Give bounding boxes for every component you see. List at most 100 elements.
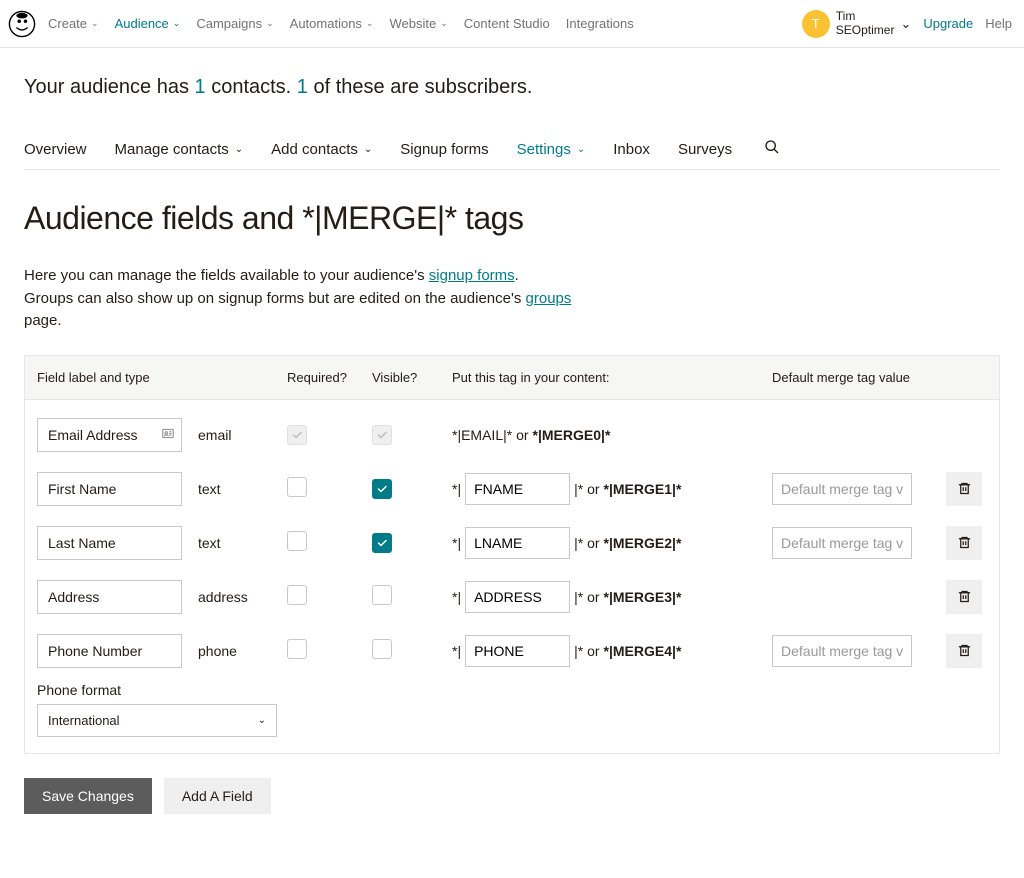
merge-tag-cell: *||* or *|MERGE2|* — [452, 527, 772, 559]
merge-tag-cell: *||* or *|MERGE4|* — [452, 635, 772, 667]
merge-tag-input[interactable] — [465, 473, 570, 505]
contact-card-icon — [161, 426, 175, 443]
trash-icon — [957, 643, 972, 658]
visible-checkbox — [372, 425, 392, 445]
nav-label: Integrations — [566, 16, 634, 31]
user-org: SEOptimer — [836, 24, 895, 37]
subnav-item-inbox[interactable]: Inbox — [613, 141, 650, 158]
phone-format-value: International — [48, 713, 120, 728]
delete-field-button[interactable] — [946, 580, 982, 614]
required-checkbox[interactable] — [287, 477, 307, 497]
signup-forms-link[interactable]: signup forms — [429, 267, 515, 284]
visible-checkbox[interactable] — [372, 585, 392, 605]
topnav-item-audience[interactable]: Audience⌄ — [115, 16, 181, 31]
trash-icon — [957, 535, 972, 550]
topnav-item-campaigns[interactable]: Campaigns ⌄ — [196, 16, 273, 31]
header-required: Required? — [287, 370, 372, 385]
chevron-down-icon: ⌄ — [235, 144, 243, 155]
upgrade-link[interactable]: Upgrade — [923, 16, 973, 31]
field-label-input[interactable]: Phone Number — [37, 634, 182, 668]
trash-icon — [957, 589, 972, 604]
summary-count-contacts: 1 — [195, 76, 206, 98]
required-checkbox[interactable] — [287, 585, 307, 605]
phone-format-select[interactable]: International ⌄ — [37, 704, 277, 737]
merge-tag-cell: *||* or *|MERGE3|* — [452, 581, 772, 613]
merge-tag-input[interactable] — [465, 527, 570, 559]
field-label-input[interactable]: First Name — [37, 472, 182, 506]
subnav-item-signup-forms[interactable]: Signup forms — [400, 141, 488, 158]
trash-icon — [957, 481, 972, 496]
nav-label: Automations — [290, 16, 362, 31]
avatar: T — [802, 10, 830, 38]
visible-checkbox[interactable] — [372, 479, 392, 499]
chevron-down-icon: ⌄ — [440, 18, 448, 29]
table-row: Last Nametext*||* or *|MERGE2|* — [25, 516, 999, 570]
chevron-down-icon: ⌄ — [577, 144, 585, 155]
required-checkbox[interactable] — [287, 531, 307, 551]
nav-label: Campaigns — [196, 16, 262, 31]
default-value-input[interactable] — [772, 473, 912, 505]
chevron-down-icon: ⌄ — [91, 18, 99, 29]
groups-link[interactable]: groups — [526, 290, 572, 307]
search-icon[interactable] — [764, 139, 780, 159]
intro-line3: page. — [24, 310, 1000, 333]
summary-prefix: Your audience has — [24, 76, 195, 98]
topnav-item-website[interactable]: Website ⌄ — [389, 16, 447, 31]
field-label-input[interactable]: Last Name — [37, 526, 182, 560]
table-row: Email Addressemail*|EMAIL|* or *|MERGE0|… — [25, 400, 999, 462]
intro-text: Here you can manage the fields available… — [24, 265, 1000, 333]
audience-summary: Your audience has 1 contacts. 1 of these… — [0, 48, 1024, 139]
tag-prefix: *| — [452, 481, 461, 497]
subnav-item-settings[interactable]: Settings⌄ — [517, 141, 586, 158]
tag-mid: |* or — [574, 589, 599, 605]
delete-field-button[interactable] — [946, 472, 982, 506]
chevron-down-icon: ⌄ — [900, 16, 911, 32]
top-nav: Create⌄Audience⌄Campaigns⌄Automations⌄We… — [48, 16, 802, 31]
tag-prefix: *| — [452, 643, 461, 659]
delete-field-button[interactable] — [946, 634, 982, 668]
default-value-input[interactable] — [772, 527, 912, 559]
topnav-item-content-studio[interactable]: Content Studio — [464, 16, 550, 31]
top-bar: Create⌄Audience⌄Campaigns⌄Automations⌄We… — [0, 0, 1024, 48]
field-label-input[interactable]: Address — [37, 580, 182, 614]
default-value-input[interactable] — [772, 635, 912, 667]
header-label: Field label and type — [37, 370, 287, 385]
visible-checkbox[interactable] — [372, 639, 392, 659]
table-header: Field label and type Required? Visible? … — [25, 356, 999, 400]
subnav-label: Manage contacts — [115, 141, 229, 158]
subnav-item-manage-contacts[interactable]: Manage contacts ⌄ — [115, 141, 244, 158]
table-row: First Nametext*||* or *|MERGE1|* — [25, 462, 999, 516]
field-type-label: address — [192, 589, 287, 605]
help-link[interactable]: Help — [985, 16, 1012, 31]
required-checkbox[interactable] — [287, 639, 307, 659]
subnav-item-surveys[interactable]: Surveys — [678, 141, 732, 158]
subnav-label: Inbox — [613, 141, 650, 158]
merge-tag-input[interactable] — [465, 581, 570, 613]
field-type-label: text — [192, 481, 287, 497]
field-type-label: phone — [192, 643, 287, 659]
sub-nav: Overview Manage contacts ⌄ Add contacts⌄ Sig… — [24, 139, 1000, 170]
delete-field-button[interactable] — [946, 526, 982, 560]
subnav-item-add-contacts[interactable]: Add contacts⌄ — [271, 141, 372, 158]
topnav-item-integrations[interactable]: Integrations — [566, 16, 634, 31]
user-name: Tim — [836, 10, 895, 23]
merge-tag-input[interactable] — [465, 635, 570, 667]
tag-mid: |* or — [574, 535, 599, 551]
tag-alt: *|MERGE0|* — [533, 427, 611, 443]
logo[interactable] — [8, 10, 36, 38]
chevron-down-icon: ⌄ — [173, 18, 181, 29]
header-tag: Put this tag in your content: — [452, 370, 772, 385]
user-names: Tim SEOptimer — [836, 10, 895, 36]
nav-label: Website — [389, 16, 436, 31]
action-buttons: Save Changes Add A Field — [0, 754, 1024, 838]
summary-suffix: of these are subscribers. — [308, 76, 533, 98]
header-visible: Visible? — [372, 370, 452, 385]
subnav-item-overview[interactable]: Overview — [24, 141, 87, 158]
chevron-down-icon: ⌄ — [266, 18, 274, 29]
topnav-item-create[interactable]: Create⌄ — [48, 16, 99, 31]
field-label-input[interactable]: Email Address — [37, 418, 182, 452]
subnav-label: Overview — [24, 141, 87, 158]
visible-checkbox[interactable] — [372, 533, 392, 553]
user-menu[interactable]: T Tim SEOptimer ⌄ — [802, 10, 912, 38]
topnav-item-automations[interactable]: Automations⌄ — [290, 16, 374, 31]
